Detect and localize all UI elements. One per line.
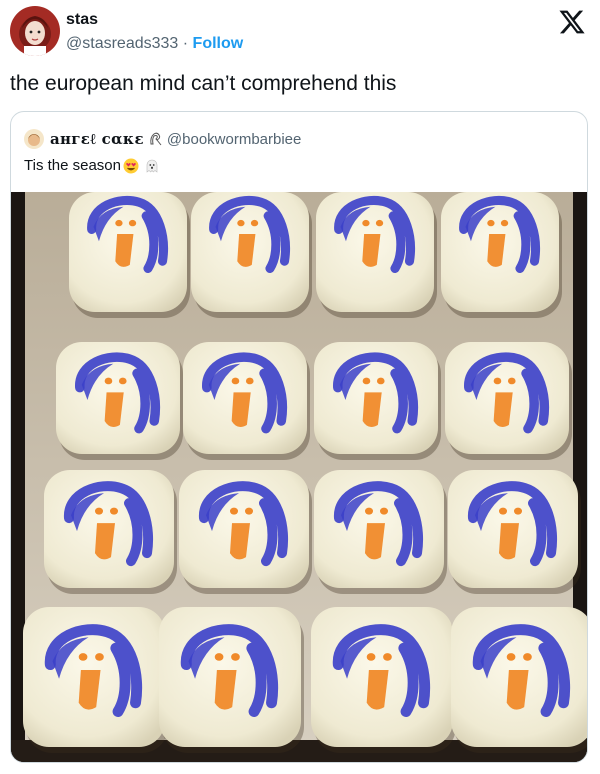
ghost-cake (23, 607, 168, 753)
ghost-cake (451, 607, 587, 753)
author-avatar[interactable] (10, 6, 60, 56)
ghost-cake (159, 607, 304, 753)
photo-canvas (11, 192, 587, 762)
quoted-tweet-card[interactable]: ангɛℓ cακɛ @bookwormbarbiee Tis the seas… (10, 111, 588, 763)
author-name[interactable]: stas (66, 11, 98, 29)
ghost-cake (56, 342, 183, 460)
ghost-cake (69, 192, 190, 318)
author-handle[interactable]: @stasreads333 (66, 35, 178, 52)
ghost-cake (191, 192, 312, 318)
ghost-cake (448, 470, 581, 594)
ghost-emoji-icon (144, 158, 160, 174)
heart-eyes-emoji-icon (123, 158, 139, 174)
quoted-author-avatar[interactable] (24, 129, 44, 149)
x-logo-icon[interactable] (558, 8, 586, 36)
tweet-header: stas @stasreads333 · Follow (10, 6, 590, 60)
ghost-cake (44, 470, 177, 594)
ghost-cake (311, 607, 456, 753)
separator: · (182, 35, 189, 52)
ghost-cake (314, 342, 441, 460)
ghost-cake (445, 342, 572, 460)
quoted-author-name[interactable]: ангɛℓ cακɛ (50, 130, 144, 149)
ghost-cake (183, 342, 310, 460)
ghost-cake (441, 192, 562, 318)
ribbon-icon (148, 131, 164, 147)
ghost-cake (316, 192, 437, 318)
author-handle-row: @stasreads333 · Follow (66, 35, 243, 53)
quoted-tweet-text: Tis the season (24, 157, 121, 174)
tweet-text: the european mind can’t comprehend this (10, 72, 397, 95)
ghost-cake (179, 470, 312, 594)
ghost-cakes-photo[interactable] (11, 192, 587, 762)
follow-button[interactable]: Follow (193, 35, 244, 52)
quoted-tweet-text-row: Tis the season (24, 157, 160, 174)
quoted-tweet-header: ангɛℓ cακɛ @bookwormbarbiee (24, 129, 301, 149)
ghost-cake (314, 470, 447, 594)
quoted-author-handle[interactable]: @bookwormbarbiee (167, 131, 301, 148)
